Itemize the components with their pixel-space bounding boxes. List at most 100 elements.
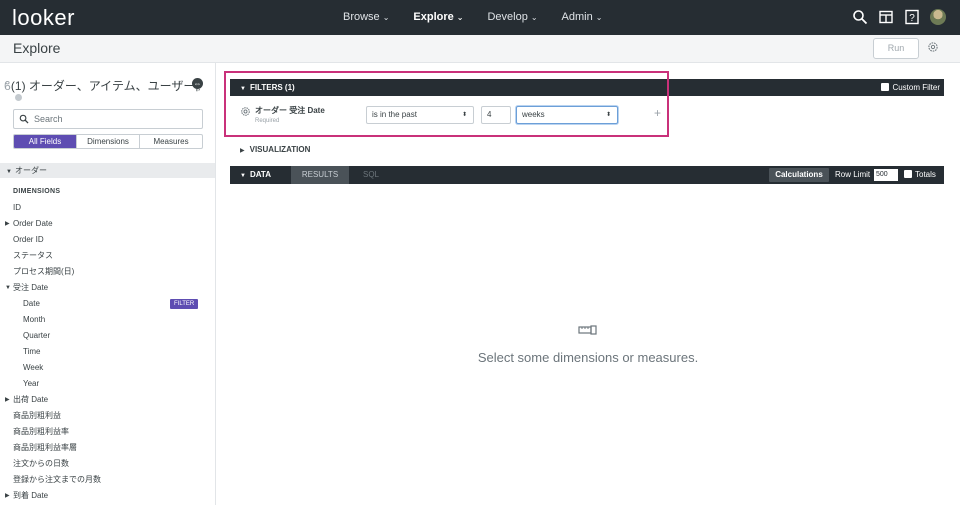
- field-label: Year: [23, 379, 40, 388]
- run-button[interactable]: Run: [873, 38, 919, 59]
- collapse-toggle-icon[interactable]: ⇔: [192, 78, 203, 89]
- field-item[interactable]: 商品別粗利益率: [0, 424, 215, 440]
- field-item[interactable]: Date FILTER: [0, 296, 215, 312]
- info-icon[interactable]: [15, 94, 22, 101]
- svg-text:?: ?: [909, 13, 915, 24]
- nav-browse-label: Browse: [343, 11, 380, 23]
- field-group-header: DIMENSIONS: [0, 184, 215, 200]
- field-search-input[interactable]: Search: [13, 109, 203, 129]
- top-nav-bar: looker Browse ⌄ Explore ⌄ Develop ⌄ Admin ⌄ …: [0, 0, 960, 35]
- field-label: 登録から注文までの月数: [13, 475, 101, 484]
- tab-dimensions[interactable]: Dimensions: [77, 135, 140, 148]
- field-label: DIMENSIONS: [13, 188, 61, 195]
- tab-measures[interactable]: Measures: [140, 135, 202, 148]
- field-item[interactable]: 登録から注文までの月数: [0, 472, 215, 488]
- field-label: Order ID: [13, 235, 44, 244]
- page-title: Explore: [13, 40, 61, 56]
- marketplace-icon[interactable]: [878, 9, 894, 25]
- calculations-button[interactable]: Calculations: [769, 168, 829, 182]
- chevron-down-icon: ⌄: [382, 13, 390, 22]
- gear-icon[interactable]: [927, 41, 939, 53]
- field-label: Order Date: [13, 219, 53, 228]
- caret-down-icon: ▼: [240, 173, 246, 179]
- data-section-header: ▼ DATA RESULTS SQL Calculations Row Limit…: [230, 166, 944, 184]
- highlight-annotation-box: [224, 71, 669, 137]
- nav-admin[interactable]: Admin ⌄: [562, 11, 603, 23]
- explore-name-label: (1) オーダー、アイテム、ユーザー関連: [10, 79, 200, 93]
- search-placeholder: Search: [34, 114, 63, 124]
- field-item[interactable]: Time: [0, 344, 215, 360]
- explore-main: ▼ FILTERS (1) Custom Filter オーダー 受注 Date …: [216, 63, 960, 505]
- field-item[interactable]: Month: [0, 312, 215, 328]
- chevron-down-icon: ⌄: [530, 13, 538, 22]
- top-icons: ?: [852, 9, 946, 25]
- tab-all-fields[interactable]: All Fields: [14, 135, 77, 148]
- explore-icon: ϐ: [4, 79, 11, 93]
- field-item[interactable]: プロセス期間(日): [0, 264, 215, 280]
- chevron-down-icon: ⌄: [456, 13, 464, 22]
- totals-checkbox[interactable]: [904, 170, 912, 178]
- visualization-label: VISUALIZATION: [249, 145, 311, 154]
- field-item[interactable]: ID: [0, 200, 215, 216]
- logo-text: looker: [12, 5, 75, 30]
- field-label: Month: [23, 315, 46, 324]
- totals-toggle[interactable]: Totals: [904, 166, 936, 184]
- field-item[interactable]: ステータス: [0, 248, 215, 264]
- field-label: 出荷 Date: [13, 395, 49, 404]
- custom-filter-toggle[interactable]: Custom Filter: [881, 79, 940, 96]
- data-toggle[interactable]: ▼ DATA: [240, 166, 271, 185]
- dimension-group[interactable]: ▼ 受注 Date: [0, 280, 215, 296]
- field-item[interactable]: Quarter: [0, 328, 215, 344]
- nav-develop[interactable]: Develop ⌄: [487, 11, 537, 23]
- nav-develop-label: Develop: [487, 11, 528, 23]
- nav-explore-label: Explore: [413, 11, 454, 23]
- view-header[interactable]: ▼ オーダー: [0, 163, 215, 178]
- totals-label: Totals: [915, 170, 936, 179]
- data-label: DATA: [249, 170, 271, 179]
- caret-right-icon: ▶: [5, 493, 10, 499]
- caret-down-icon: ▼: [6, 169, 12, 175]
- tab-sql[interactable]: SQL: [363, 166, 379, 184]
- visualization-section-header[interactable]: ▶ VISUALIZATION: [240, 145, 310, 154]
- looker-logo[interactable]: looker: [12, 5, 75, 31]
- search-icon: [19, 114, 29, 124]
- field-label: Date: [23, 299, 40, 308]
- field-item[interactable]: 商品別粗利益率層: [0, 440, 215, 456]
- field-item[interactable]: 注文からの日数: [0, 456, 215, 472]
- custom-filter-label: Custom Filter: [892, 83, 940, 92]
- field-label: プロセス期間(日): [13, 267, 75, 276]
- user-avatar[interactable]: [930, 9, 946, 25]
- dimension-group[interactable]: ▶ Order Date: [0, 216, 215, 232]
- field-label: 商品別粗利益: [13, 411, 61, 420]
- field-item[interactable]: Week: [0, 360, 215, 376]
- field-label: Week: [23, 363, 44, 372]
- dimension-group[interactable]: ▶ 出荷 Date: [0, 392, 215, 408]
- search-icon[interactable]: [852, 9, 868, 25]
- caret-right-icon: ▶: [5, 221, 10, 227]
- empty-state-message: Select some dimensions or measures.: [477, 350, 699, 365]
- caret-right-icon: ▶: [5, 397, 10, 403]
- field-item[interactable]: 商品別粗利益: [0, 408, 215, 424]
- tab-results[interactable]: RESULTS: [291, 166, 349, 184]
- row-limit-label: Row Limit: [835, 170, 871, 179]
- field-label: 受注 Date: [13, 283, 49, 292]
- field-label: 商品別粗利益率層: [13, 443, 77, 452]
- dimension-group[interactable]: ▶ 到着 Date: [0, 488, 215, 504]
- nav-admin-label: Admin: [561, 11, 593, 23]
- custom-filter-checkbox[interactable]: [881, 83, 890, 91]
- nav-explore[interactable]: Explore ⌄: [413, 11, 463, 23]
- field-item[interactable]: Year: [0, 376, 215, 392]
- filter-badge[interactable]: FILTER: [170, 299, 199, 309]
- main-nav: Browse ⌄ Explore ⌄ Develop ⌄ Admin ⌄: [343, 11, 626, 23]
- caret-right-icon: ▶: [240, 148, 245, 154]
- help-icon[interactable]: ?: [904, 9, 920, 25]
- field-item[interactable]: Order ID: [0, 232, 215, 248]
- row-limit-input[interactable]: 500: [874, 169, 898, 181]
- nav-browse[interactable]: Browse ⌄: [343, 11, 389, 23]
- data-empty-icon: [578, 325, 597, 335]
- field-list: DIMENSIONS ID ▶ Order Date Order ID ステータス プロセス…: [0, 184, 215, 504]
- chevron-down-icon: ⌄: [595, 13, 603, 22]
- view-name: オーダー: [14, 166, 47, 175]
- field-type-tabs: All Fields Dimensions Measures: [13, 134, 203, 149]
- field-picker-sidebar: ϐ(1) オーダー、アイテム、ユーザー関連 ⇔ Search All Field…: [0, 63, 216, 505]
